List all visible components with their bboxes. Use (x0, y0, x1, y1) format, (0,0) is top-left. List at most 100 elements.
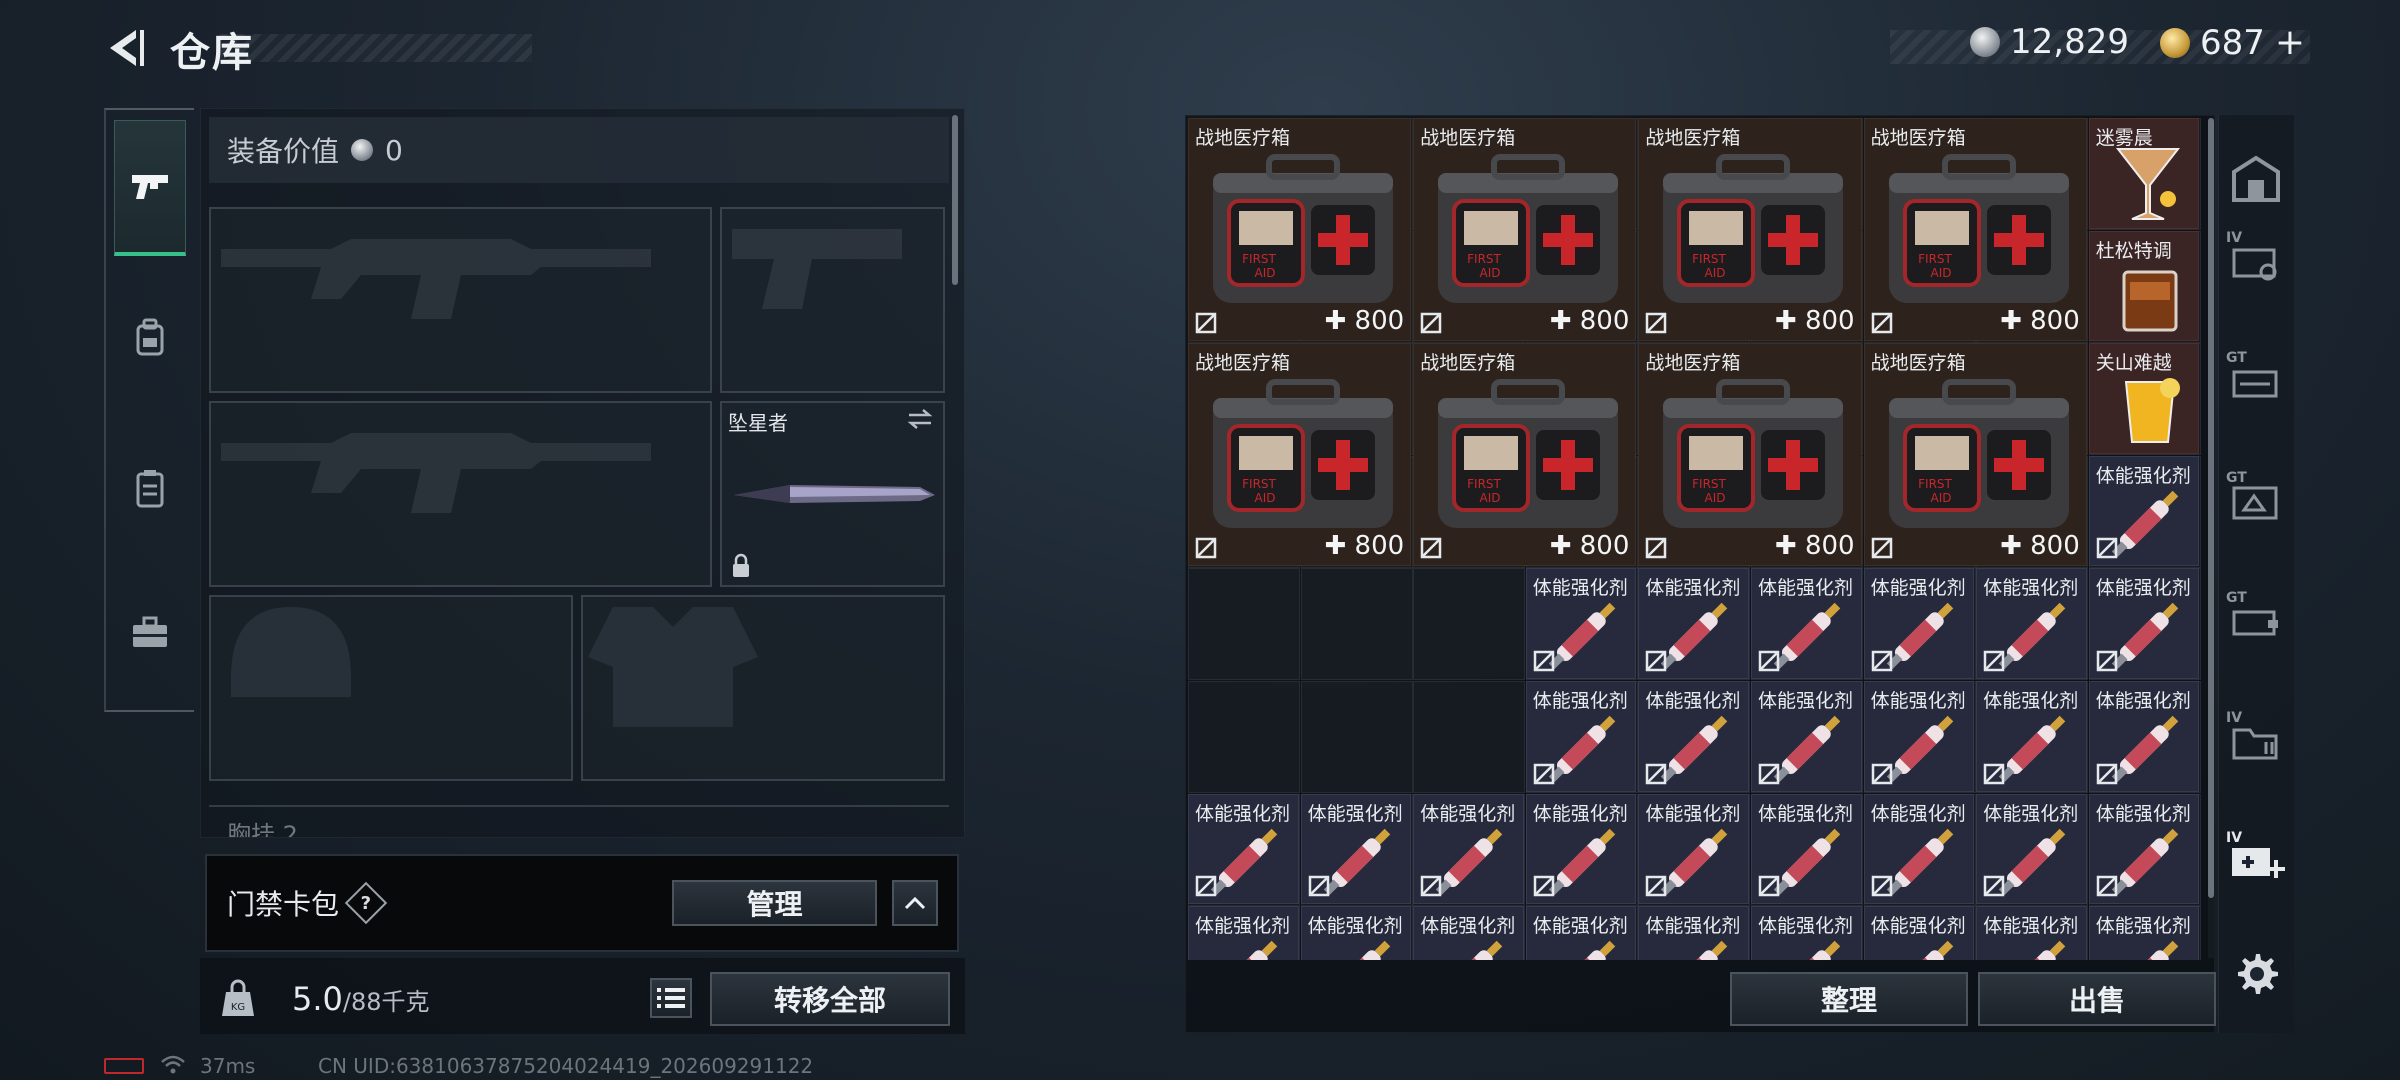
stim-item[interactable]: 体能强化剂 (1976, 568, 2087, 679)
stim-item[interactable]: 体能强化剂 (1751, 681, 1862, 792)
svg-text:AID: AID (1705, 491, 1726, 505)
stim-item[interactable]: 体能强化剂 (1751, 568, 1862, 679)
list-view-button[interactable] (650, 978, 692, 1018)
stim-item[interactable]: 体能强化剂 (2088, 906, 2200, 960)
medkit-item[interactable]: 战地医疗箱 FIRST AID ✚ 800 (1638, 343, 1862, 567)
tab-storage-add[interactable]: IV (2226, 830, 2286, 890)
stim-item[interactable]: 体能强化剂 (1188, 793, 1299, 905)
medkit-item[interactable]: 战地医疗箱 FIRST AID ✚ 800 (1188, 118, 1412, 342)
transfer-all-button[interactable]: 转移全部 (710, 972, 950, 1026)
medkit-item[interactable]: 战地医疗箱 FIRST AID ✚ 800 (1863, 118, 2087, 342)
carry-weight-max: /88千克 (342, 988, 430, 1016)
item-name: 迷雾晨 (2095, 127, 2153, 149)
medkit-item[interactable]: 战地医疗箱 FIRST AID ✚ 800 (1638, 118, 1862, 342)
item-name: 战地医疗箱 (1645, 352, 1741, 375)
add-currency-button[interactable]: + (2275, 22, 2305, 63)
no-drop-icon (1871, 763, 1892, 784)
item-name: 关山难越 (2095, 352, 2172, 375)
stim-item[interactable]: 体能强化剂 (1638, 793, 1749, 905)
storage-cell[interactable] (1413, 568, 1526, 681)
no-drop-icon (1533, 763, 1555, 784)
settings-button[interactable] (2232, 950, 2280, 998)
silver-currency[interactable]: 12,829 (1970, 22, 2129, 62)
item-quantity: ✚ 800 (2000, 531, 2080, 562)
stim-item[interactable]: 体能强化剂 (1863, 568, 1975, 679)
gold-currency[interactable]: 687 + (2160, 22, 2305, 63)
stim-item[interactable]: 体能强化剂 (1525, 906, 1637, 960)
stim-item[interactable]: 体能强化剂 (1638, 906, 1749, 960)
storage-cell[interactable] (1413, 681, 1526, 793)
primary-weapon-slot[interactable] (209, 207, 712, 393)
no-drop-icon (1758, 875, 1780, 897)
drink-item[interactable]: 迷雾晨 (2088, 118, 2200, 229)
medkit-item[interactable]: 战地医疗箱 FIRST AID ✚ 800 (1863, 343, 2087, 567)
first-aid-kit-icon: FIRSTAID (1213, 379, 1393, 529)
stim-item[interactable]: 体能强化剂 (1976, 793, 2087, 905)
no-drop-icon (1533, 875, 1555, 897)
loadout-scrollbar[interactable] (952, 115, 958, 285)
armor-slot[interactable] (581, 595, 945, 781)
sidearm-slot[interactable] (720, 207, 945, 393)
stim-item[interactable]: 体能强化剂 (1638, 568, 1749, 679)
tab-case[interactable] (114, 565, 186, 701)
sort-button[interactable]: 整理 (1730, 972, 1968, 1026)
drink-item[interactable]: 关山难越 (2088, 343, 2200, 454)
tab-weapons[interactable] (114, 120, 186, 256)
no-drop-icon (1533, 650, 1555, 672)
stim-item[interactable]: 体能强化剂 (1751, 906, 1862, 960)
stim-item[interactable]: 体能强化剂 (1525, 793, 1637, 905)
melee-slot[interactable]: 坠星者 (720, 401, 945, 587)
storage-scrollbar[interactable] (2208, 118, 2214, 898)
tab-storage-home[interactable] (2226, 150, 2286, 210)
tab-storage-2[interactable]: GT (2226, 350, 2286, 410)
item-name: 体能强化剂 (1532, 915, 1628, 938)
stim-item[interactable]: 体能强化剂 (1863, 793, 1975, 905)
stim-item[interactable]: 体能强化剂 (1863, 681, 1975, 792)
tab-storage-4[interactable]: GT (2226, 590, 2286, 650)
stim-item[interactable]: 体能强化剂 (2088, 568, 2200, 679)
help-icon[interactable]: ? (344, 881, 388, 925)
medkit-item[interactable]: 战地医疗箱 FIRST AID ✚ 800 (1413, 118, 1637, 342)
tab-storage-3[interactable]: GT (2226, 470, 2286, 530)
medkit-item[interactable]: 战地医疗箱 FIRST AID ✚ 800 (1188, 343, 1412, 567)
stim-item[interactable]: 体能强化剂 (1863, 906, 1975, 960)
item-name: 体能强化剂 (1645, 577, 1741, 600)
stim-item[interactable]: 体能强化剂 (1300, 793, 1412, 905)
no-drop-icon (1983, 875, 2005, 897)
back-button[interactable] (100, 24, 148, 72)
tab-storage-5[interactable]: IV (2226, 710, 2286, 770)
stim-item[interactable]: 体能强化剂 (1413, 793, 1524, 905)
stim-item[interactable]: 体能强化剂 (2088, 681, 2200, 792)
manage-button[interactable]: 管理 (672, 880, 877, 926)
medkit-item[interactable]: 战地医疗箱 FIRST AID ✚ 800 (1413, 343, 1637, 567)
tab-backpack[interactable] (114, 270, 186, 406)
stim-item[interactable]: 体能强化剂 (2088, 793, 2200, 905)
tab-vest[interactable] (114, 420, 186, 556)
stim-item[interactable]: 体能强化剂 (1525, 681, 1637, 792)
item-name: 杜松特调 (2095, 239, 2172, 262)
storage-cell[interactable] (1188, 568, 1300, 681)
sell-button[interactable]: 出售 (1978, 972, 2216, 1026)
stim-item[interactable]: 体能强化剂 (2088, 455, 2200, 567)
collapse-button[interactable] (892, 880, 938, 926)
no-drop-icon (1646, 650, 1667, 672)
stim-item[interactable]: 体能强化剂 (1976, 906, 2087, 960)
secondary-weapon-slot[interactable] (209, 401, 712, 587)
stim-item[interactable]: 体能强化剂 (1525, 568, 1637, 679)
item-name: 体能强化剂 (1420, 802, 1516, 825)
stim-item[interactable]: 体能强化剂 (1300, 906, 1412, 960)
drink-item[interactable]: 杜松特调 (2088, 230, 2200, 342)
storage-cell[interactable] (1300, 681, 1413, 793)
stim-item[interactable]: 体能强化剂 (1188, 906, 1299, 960)
keycard-wallet-label: 门禁卡包 (227, 888, 340, 921)
storage-cell[interactable] (1300, 568, 1413, 681)
helmet-slot[interactable] (209, 595, 573, 781)
stim-item[interactable]: 体能强化剂 (1638, 681, 1749, 792)
stim-item[interactable]: 体能强化剂 (1976, 681, 2087, 792)
chest-rig-section[interactable]: 胸挂 2 (209, 805, 949, 837)
tab-storage-1[interactable]: IV (2226, 230, 2286, 290)
storage-cell[interactable] (1188, 681, 1300, 793)
stim-item[interactable]: 体能强化剂 (1413, 906, 1524, 960)
stim-item[interactable]: 体能强化剂 (1751, 793, 1862, 905)
swap-icon[interactable] (905, 407, 935, 431)
